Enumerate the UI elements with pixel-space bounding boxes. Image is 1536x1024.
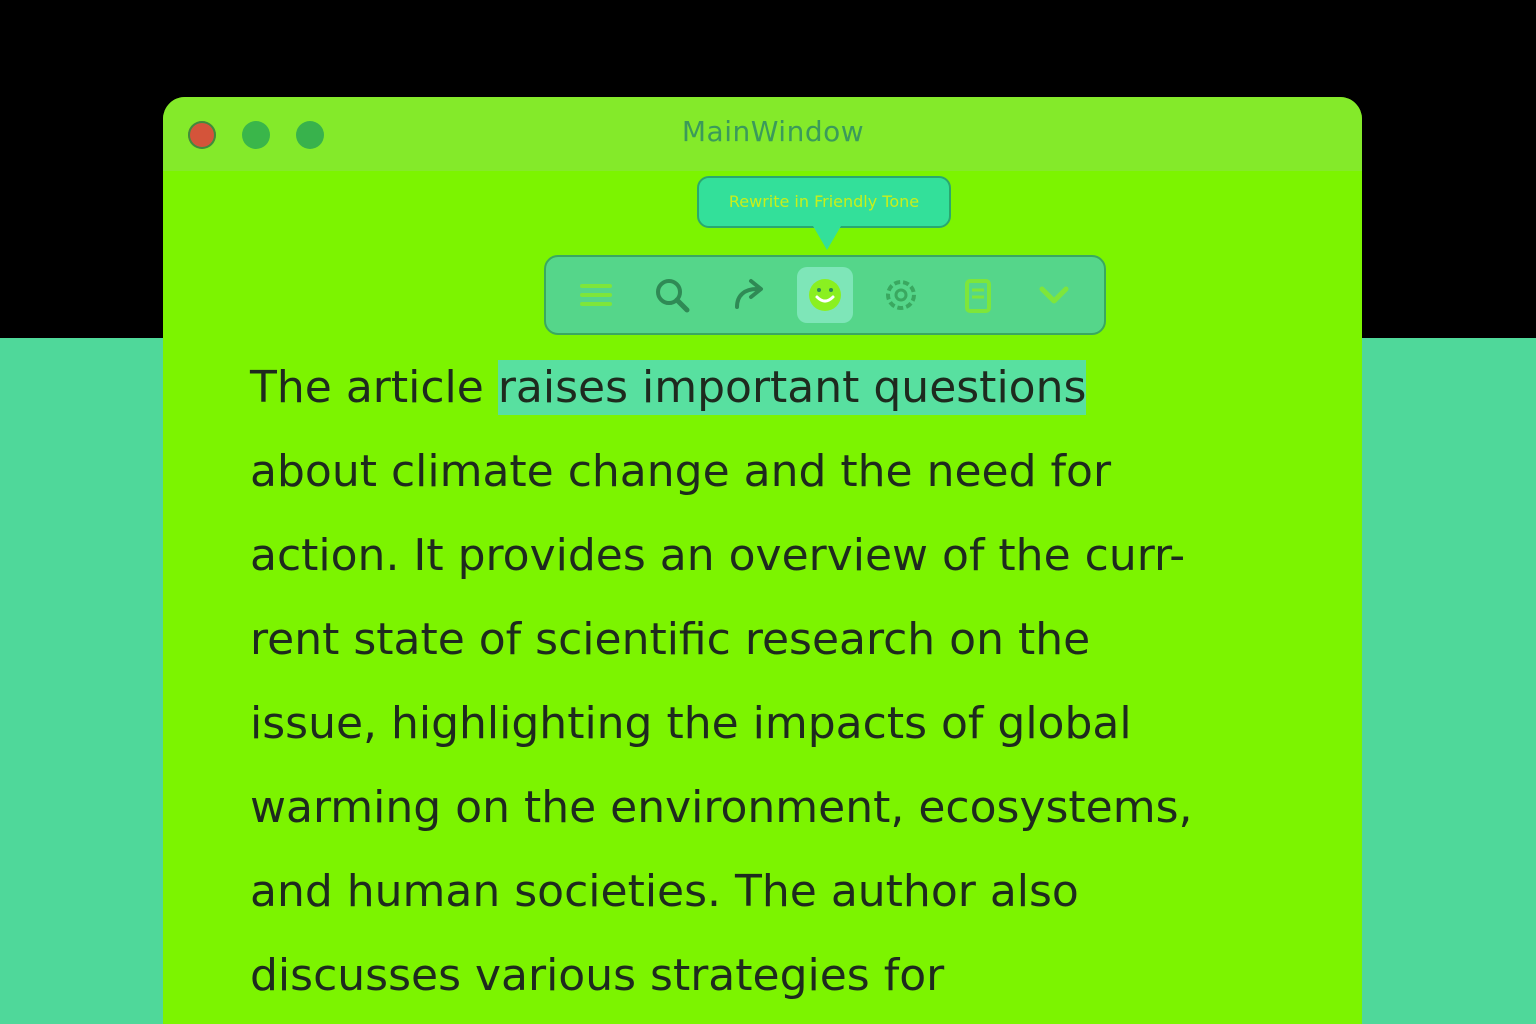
- window-title: MainWindow: [681, 115, 865, 148]
- search-icon: [656, 279, 690, 313]
- clipboard-icon: [964, 279, 991, 313]
- menu-button[interactable]: [568, 267, 624, 323]
- text-line: action. It provides an overview of the c…: [250, 530, 1186, 581]
- text-line: discusses various strategies for: [250, 950, 945, 1001]
- text-segment: The article: [250, 362, 498, 413]
- settings-button[interactable]: [873, 267, 929, 323]
- text-line: about climate change and the need for: [250, 446, 1112, 497]
- text-line: The article raises important questions: [250, 346, 1310, 430]
- document-body[interactable]: The article raises important questions a…: [250, 346, 1310, 1018]
- share-button[interactable]: [721, 267, 777, 323]
- chevron-down-icon: [1039, 286, 1069, 304]
- smile-icon: [808, 279, 841, 311]
- clipboard-button[interactable]: [950, 267, 1006, 323]
- tooltip-arrow: [813, 226, 841, 250]
- search-button[interactable]: [644, 267, 700, 323]
- rewrite-friendly-tone-button[interactable]: [796, 267, 853, 323]
- text-line: and human societies. The author also: [250, 866, 1079, 917]
- menu-icon: [580, 284, 613, 306]
- floating-toolbar: [544, 255, 1106, 335]
- title-bar[interactable]: MainWindow: [163, 97, 1362, 171]
- text-line: warming on the environment, ecosystems,: [250, 782, 1193, 833]
- text-line: issue, highlighting the impacts of globa…: [250, 698, 1132, 749]
- tooltip: Rewrite in Friendly Tone: [697, 176, 951, 228]
- settings-icon: [886, 280, 917, 310]
- text-line: rent state of scientific research on the: [250, 614, 1091, 665]
- more-options-button[interactable]: [1026, 267, 1082, 323]
- share-icon: [734, 279, 763, 309]
- selected-text[interactable]: raises important questions: [497, 360, 1087, 415]
